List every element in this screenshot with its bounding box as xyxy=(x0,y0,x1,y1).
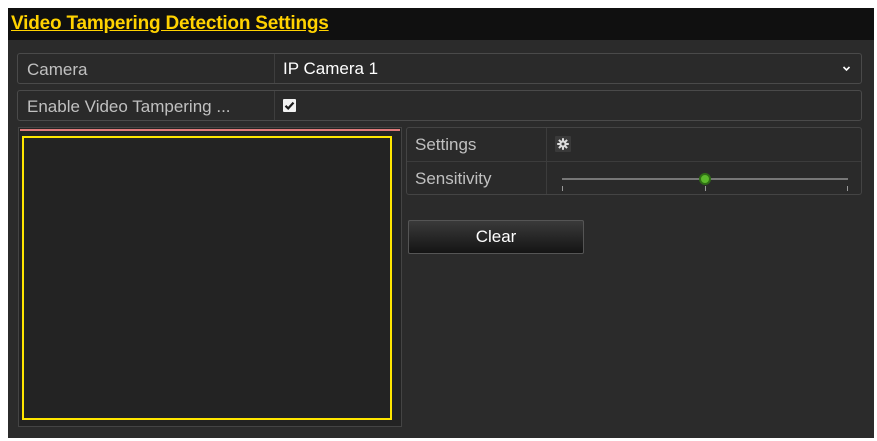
sensitivity-row: Sensitivity xyxy=(407,161,861,194)
enable-row: Enable Video Tampering ... xyxy=(17,90,862,121)
slider-tick xyxy=(562,186,563,191)
slider-tick xyxy=(705,186,706,191)
slider-tick xyxy=(847,186,848,191)
parameter-panel: Settings Sensitivity xyxy=(406,127,862,195)
detection-area[interactable] xyxy=(22,136,392,420)
settings-label: Settings xyxy=(407,128,547,161)
clear-button[interactable]: Clear xyxy=(408,220,584,254)
settings-window: Video Tampering Detection Settings Camer… xyxy=(8,8,874,438)
camera-select-value: IP Camera 1 xyxy=(283,59,379,78)
camera-label: Camera xyxy=(18,54,275,83)
camera-row: Camera IP Camera 1 xyxy=(17,53,862,84)
preview-top-border xyxy=(20,129,400,131)
enable-checkbox[interactable] xyxy=(283,99,296,112)
camera-select[interactable]: IP Camera 1 xyxy=(275,54,861,83)
enable-field xyxy=(275,91,861,120)
enable-label: Enable Video Tampering ... xyxy=(18,91,275,120)
sensitivity-label: Sensitivity xyxy=(407,162,547,194)
header-bar: Video Tampering Detection Settings xyxy=(8,8,874,40)
video-preview xyxy=(18,127,402,427)
chevron-down-icon xyxy=(842,66,851,72)
page-title: Video Tampering Detection Settings xyxy=(11,13,329,34)
slider-knob[interactable] xyxy=(699,173,711,185)
checkmark-icon xyxy=(284,101,295,110)
gear-icon[interactable] xyxy=(555,136,571,152)
settings-row: Settings xyxy=(407,128,861,161)
sensitivity-slider[interactable] xyxy=(562,173,848,191)
